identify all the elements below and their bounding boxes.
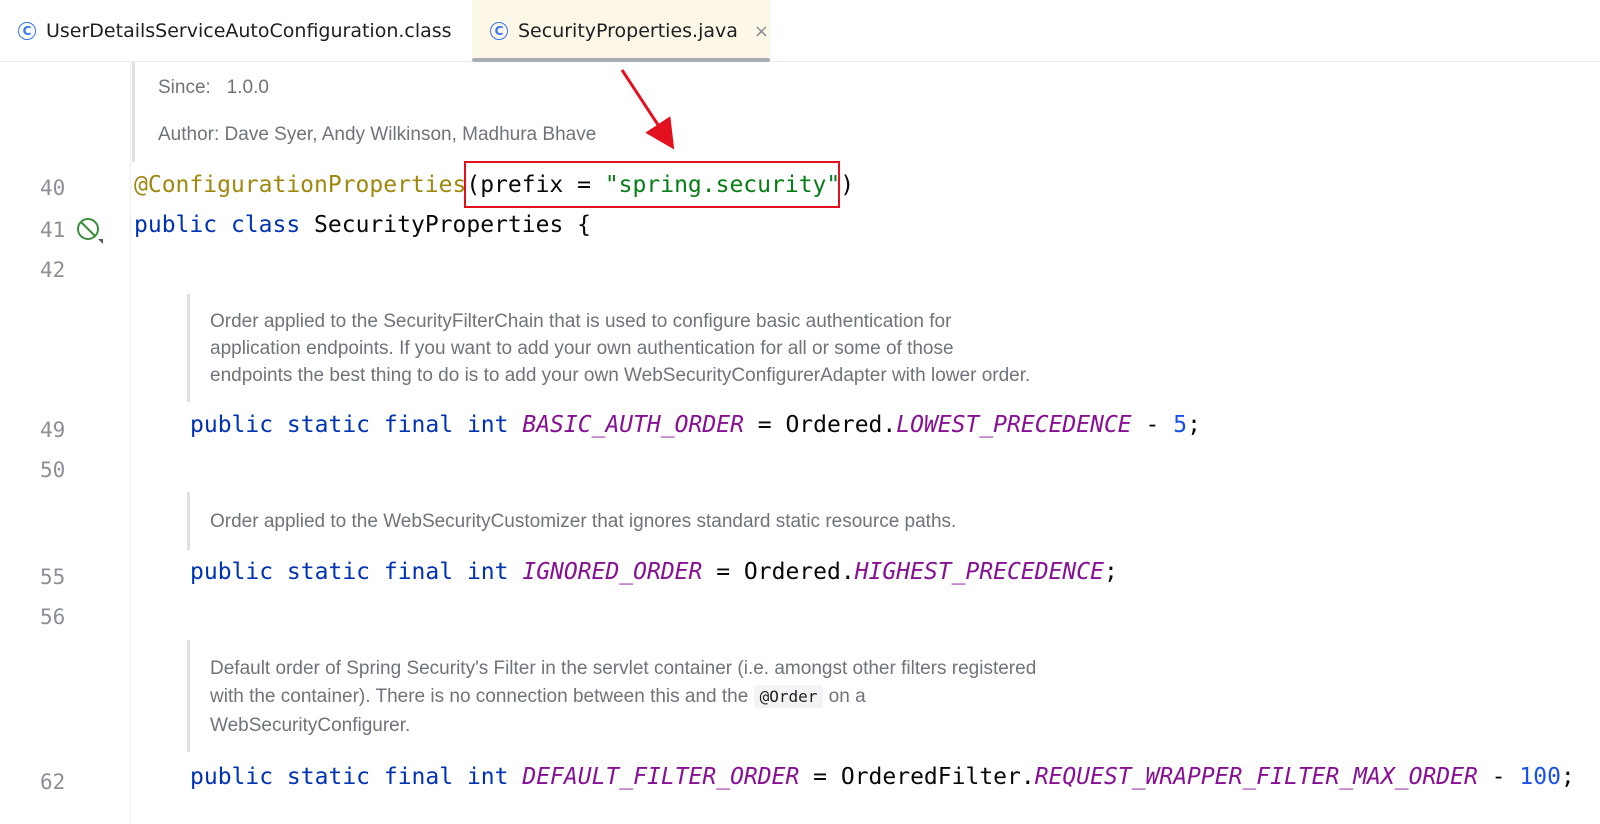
constant: REQUEST_WRAPPER_FILTER_MAX_ORDER [1034,764,1478,790]
doc-text: with the container). There is no connect… [210,686,754,707]
number-literal: 100 [1519,764,1561,790]
inline-code: @Order [753,685,824,708]
code-line-62: public static final int DEFAULT_FILTER_O… [190,764,1575,790]
class-icon: C [490,22,508,40]
code-text: = Ordered. [702,559,855,585]
code-text: - [1131,412,1174,438]
annotation: @ConfigurationProperties [134,172,467,198]
keyword: public static final int [190,559,509,585]
code-text: - [1477,764,1520,790]
constant: HIGHEST_PRECEDENCE [854,559,1104,585]
doc-basic-auth-3: endpoints the best thing to do is to add… [210,365,1031,386]
code-text: ) [840,172,855,198]
constant: LOWEST_PRECEDENCE [896,412,1132,438]
keyword: public static final int [190,412,509,438]
code-line-55: public static final int IGNORED_ORDER = … [190,559,1118,585]
code-line-41: public class SecurityProperties { [134,212,591,238]
line-number: 56 [40,605,66,629]
constant: BASIC_AUTH_ORDER [522,412,744,438]
tab-userdetailsserviceautoconfiguration[interactable]: C UserDetailsServiceAutoConfiguration.cl… [0,0,470,62]
doc-comment-bar [187,294,190,402]
no-usages-icon[interactable] [76,217,104,245]
line-number: 55 [40,565,66,589]
line-number: 40 [40,176,66,200]
doc-comment-bar [187,640,190,752]
code-text: = Ordered. [743,412,897,438]
doc-filter-2: with the container). There is no connect… [210,683,866,710]
keyword: public static final int [190,764,509,790]
constant: DEFAULT_FILTER_ORDER [522,764,800,790]
doc-filter-1: Default order of Spring Security's Filte… [210,658,1037,679]
doc-ignored: Order applied to the WebSecurityCustomiz… [210,511,957,532]
doc-since-label: Since: [158,77,211,98]
highlight-box [464,161,840,208]
doc-filter-3: WebSecurityConfigurer. [210,715,411,736]
code-text: ; [1103,559,1118,585]
number-literal: 5 [1173,412,1188,438]
class-name: SecurityProperties { [300,212,591,238]
doc-text: on a [823,686,866,707]
editor-tab-bar: C UserDetailsServiceAutoConfiguration.cl… [0,0,1600,62]
tab-label: UserDetailsServiceAutoConfiguration.clas… [46,20,452,42]
doc-since: Since: 1.0.0 [158,74,269,101]
line-number: 49 [40,418,66,442]
code-text: = OrderedFilter. [799,764,1035,790]
tab-securityproperties[interactable]: C SecurityProperties.java × [472,0,770,62]
doc-comment-bar [187,492,190,550]
doc-author: Author: Dave Syer, Andy Wilkinson, Madhu… [158,124,597,145]
doc-comment-bar [132,62,135,162]
line-number: 42 [40,258,66,282]
code-text: ; [1560,764,1575,790]
line-number: 62 [40,770,66,794]
code-line-49: public static final int BASIC_AUTH_ORDER… [190,412,1201,438]
line-number: 50 [40,458,66,482]
constant: IGNORED_ORDER [522,559,703,585]
gutter-divider [130,62,131,824]
doc-basic-auth-2: application endpoints. If you want to ad… [210,338,954,359]
class-icon: C [18,22,36,40]
close-icon[interactable]: × [754,21,769,42]
keyword: public [134,212,218,238]
doc-since-value: 1.0.0 [226,77,269,98]
code-editor[interactable]: Since: 1.0.0 Author: Dave Syer, Andy Wil… [0,62,1600,824]
doc-basic-auth-1: Order applied to the SecurityFilterChain… [210,311,952,332]
line-number: 41 [40,218,66,242]
tab-label: SecurityProperties.java [518,20,738,42]
code-text: ; [1187,412,1201,438]
keyword: class [230,212,301,238]
